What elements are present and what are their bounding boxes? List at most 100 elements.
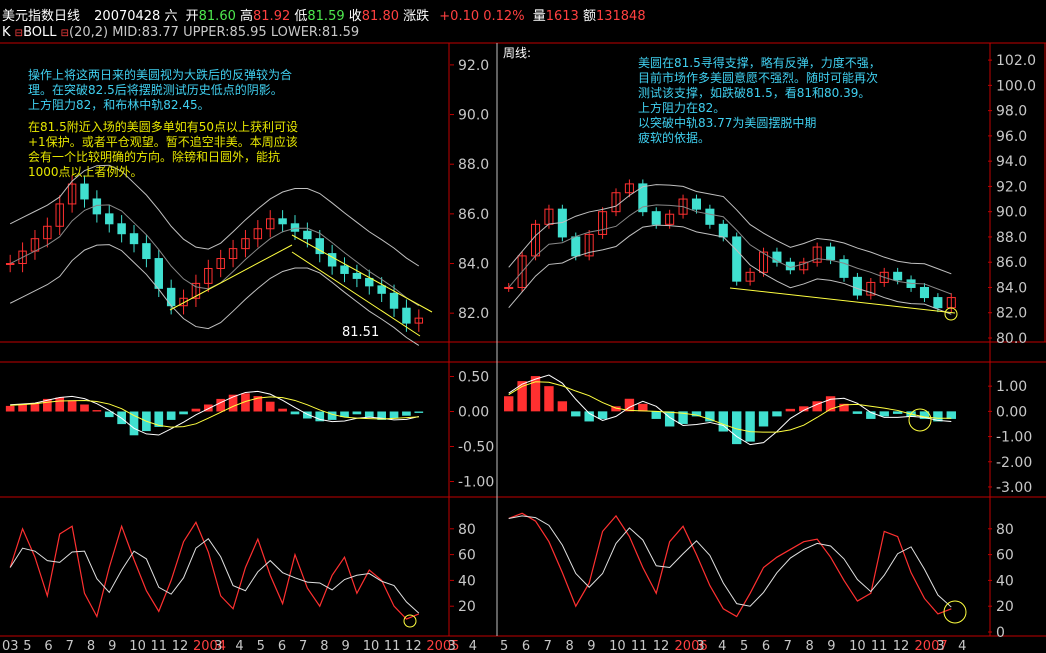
- weekly-macd-panel: 1.00 0.00 -1.00 -2.00 -3.00: [504, 374, 1032, 496]
- macd-bar: [191, 408, 201, 412]
- y-tick-label: 84.0: [996, 280, 1027, 296]
- daily-kdj-circle: [403, 614, 417, 628]
- x-tick-label: 10: [129, 639, 146, 653]
- candle-body: [166, 287, 176, 307]
- y-tick-label: 96.0: [996, 129, 1027, 145]
- x-tick-label: 7: [784, 639, 792, 653]
- macd-bar: [414, 411, 424, 413]
- candle-body: [142, 243, 151, 260]
- x-tick-label: 3: [936, 639, 944, 653]
- candle-body: [303, 230, 312, 240]
- x-tick-label: 12: [893, 639, 910, 653]
- macd-bar: [265, 401, 275, 412]
- daily-low-label: 81.51: [342, 325, 380, 340]
- macd-bar: [55, 397, 65, 412]
- x-tick-label: 4: [958, 639, 966, 653]
- candle-body: [377, 285, 386, 294]
- x-tick-label: 4: [718, 639, 726, 653]
- candle-body: [893, 271, 903, 281]
- candle-body: [732, 236, 742, 282]
- x-tick-label: 6: [44, 639, 52, 653]
- k-line: [508, 512, 952, 618]
- x-tick-label: 11: [871, 639, 888, 653]
- x-tick-label: 10: [363, 639, 380, 653]
- y-tick-label: -1.00: [996, 430, 1032, 446]
- macd-bar: [67, 400, 77, 412]
- weekly-note: 美圆在81.5寻得支撑，略有反弹，力度不强， 目前市场作多美圆意愿不强烈。随时可…: [638, 56, 881, 145]
- macd-bar: [758, 411, 769, 427]
- y-tick-label: 98.0: [996, 104, 1027, 120]
- x-tick-label: 10: [609, 639, 626, 653]
- y-tick-label: 40: [458, 573, 476, 589]
- y-tick-label: 1.00: [996, 379, 1027, 395]
- x-tick-label: 5: [23, 639, 31, 653]
- macd-bar: [290, 411, 300, 415]
- x-tick-label: 12: [653, 639, 670, 653]
- weekly-title: 周线:: [503, 46, 532, 60]
- y-tick-label: 82.0: [458, 306, 489, 322]
- x-tick-label: 6: [278, 639, 286, 653]
- candle-body: [691, 198, 701, 210]
- y-tick-label: 88.0: [996, 230, 1027, 246]
- macd-bar: [745, 411, 755, 442]
- bollinger-band: [508, 184, 952, 275]
- support-trendline: [169, 244, 293, 311]
- x-tick-label: 8: [87, 639, 95, 653]
- macd-bar: [389, 411, 399, 419]
- x-tick-label: 3: [696, 639, 704, 653]
- macd-bar: [651, 411, 661, 419]
- x-tick-label: 5: [257, 639, 265, 653]
- y-tick-label: 80.0: [996, 331, 1027, 347]
- x-tick-label: 3: [214, 639, 222, 653]
- y-tick-label: 0.00: [996, 404, 1027, 420]
- weekly-kdj-panel: 80 60 40 20 0: [508, 512, 1014, 641]
- y-tick-label: 60: [458, 548, 476, 564]
- y-tick-label: 84.0: [458, 257, 489, 273]
- x-tick-label: 9: [827, 639, 835, 653]
- candle-body: [504, 286, 514, 289]
- x-tick-label: 11: [631, 639, 648, 653]
- y-tick-label: 86.0: [458, 207, 489, 223]
- macd-bar: [364, 411, 374, 418]
- y-tick-label: 92.0: [458, 58, 489, 74]
- daily-kdj-panel: 80 60 40 20: [9, 521, 476, 628]
- x-tick-label: 8: [565, 639, 573, 653]
- x-tick-label: 03: [2, 639, 19, 653]
- y-tick-label: 40: [996, 573, 1014, 589]
- candle-body: [80, 183, 89, 200]
- x-tick-label: 6: [522, 639, 530, 653]
- macd-bar: [571, 411, 581, 417]
- macd-bar: [557, 401, 568, 412]
- daily-note-2: 在81.5附近入场的美圆多单如有50点以上获利可设 +1保护。或者平仓观望。暂不…: [28, 120, 298, 179]
- candle-body: [852, 276, 862, 296]
- macd-bar: [785, 408, 796, 412]
- y-tick-label: 92.0: [996, 179, 1027, 195]
- macd-bar: [179, 411, 188, 415]
- x-tick-label: 5: [500, 639, 508, 653]
- candle-body: [278, 218, 287, 225]
- x-tick-label: 7: [66, 639, 74, 653]
- x-tick-label: 11: [384, 639, 401, 653]
- x-tick-label: 9: [341, 639, 349, 653]
- macd-bar: [278, 408, 287, 412]
- y-tick-label: 80: [996, 522, 1014, 538]
- macd-bar: [504, 396, 514, 412]
- x-tick-label: 9: [587, 639, 595, 653]
- candle-body: [651, 211, 661, 225]
- kdj-low-circle: [943, 600, 967, 624]
- daily-note-1: 操作上将这两日来的美圆视为大跌后的反弹较为合 理。在突破82.5后将摆脱测试历史…: [28, 68, 293, 112]
- macd-line: [508, 381, 952, 433]
- y-tick-label: 80: [458, 522, 476, 538]
- x-tick-label: 4: [469, 639, 477, 653]
- y-tick-label: -0.50: [458, 440, 494, 456]
- candle-body: [290, 223, 300, 232]
- candle-body: [402, 307, 411, 324]
- candle-body: [352, 272, 362, 279]
- x-tick-label: 12: [405, 639, 422, 653]
- resistance-trendline: [291, 234, 433, 313]
- candle-body: [154, 258, 163, 289]
- y-tick-label: 60: [996, 548, 1014, 564]
- x-tick-label: 8: [805, 639, 813, 653]
- x-tick-label: 6: [762, 639, 770, 653]
- y-tick-label: 82.0: [996, 306, 1027, 322]
